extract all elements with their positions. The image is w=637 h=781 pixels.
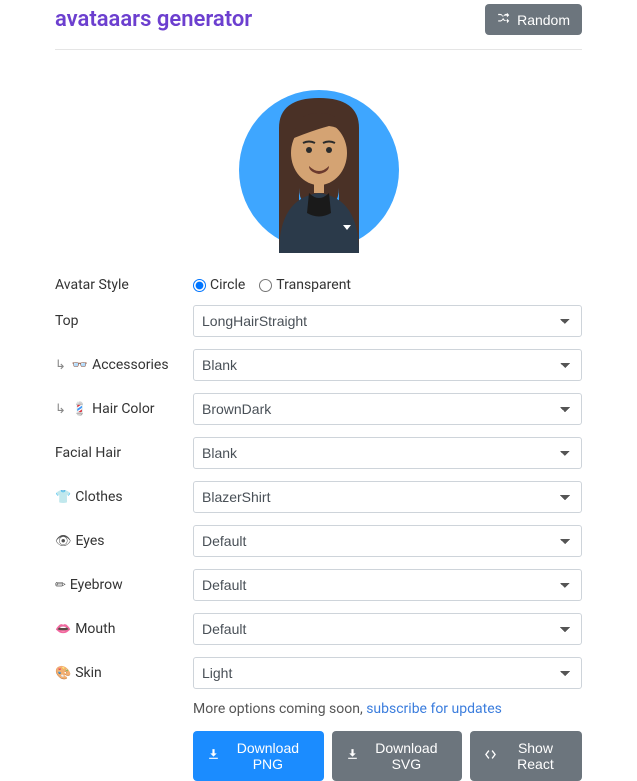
download-svg-label: Download SVG — [365, 740, 448, 772]
select-eyes[interactable]: Default — [193, 525, 582, 557]
nested-indicator-icon: ↳ — [55, 358, 66, 373]
mouth-icon: 👄 — [55, 622, 71, 637]
control-area: BrownDark — [193, 393, 582, 425]
header: avataaars generator Random — [55, 0, 582, 50]
radio-transparent-text: Transparent — [276, 277, 351, 293]
control-area: Default — [193, 613, 582, 645]
nested-indicator-icon: ↳ — [55, 402, 66, 417]
hair-color-icon: 💈 — [72, 402, 88, 417]
subscribe-link[interactable]: subscribe for updates — [366, 701, 502, 717]
select-facial-hair[interactable]: Blank — [193, 437, 582, 469]
label-text: Clothes — [75, 489, 122, 505]
label-text: Top — [55, 313, 79, 329]
radio-circle-label[interactable]: Circle — [193, 277, 245, 293]
radio-circle-text: Circle — [210, 277, 245, 293]
row-facial-hair: Facial Hair Blank — [55, 437, 582, 469]
label-eyebrow: ✏ Eyebrow — [55, 577, 193, 593]
select-top[interactable]: LongHairStraight — [193, 305, 582, 337]
download-png-label: Download PNG — [226, 740, 310, 772]
row-eyes: 👁 Eyes Default — [55, 525, 582, 557]
download-png-button[interactable]: Download PNG — [193, 731, 324, 781]
download-svg-button[interactable]: Download SVG — [332, 731, 462, 781]
label-top: Top — [55, 313, 193, 329]
more-text-prefix: More options coming soon, — [193, 701, 366, 717]
row-top: Top LongHairStraight — [55, 305, 582, 337]
control-area: BlazerShirt — [193, 481, 582, 513]
avatar-svg — [239, 78, 399, 253]
skin-icon: 🎨 — [55, 666, 71, 681]
radio-circle[interactable] — [193, 279, 206, 292]
label-mouth: 👄 Mouth — [55, 621, 193, 637]
eyes-icon: 👁 — [55, 534, 72, 549]
label-skin: 🎨 Skin — [55, 665, 193, 681]
control-area: LongHairStraight — [193, 305, 582, 337]
label-text: Facial Hair — [55, 445, 121, 461]
select-clothes[interactable]: BlazerShirt — [193, 481, 582, 513]
download-icon — [346, 748, 359, 764]
label-facial-hair: Facial Hair — [55, 445, 193, 461]
control-area: Default — [193, 525, 582, 557]
label-text: Skin — [75, 665, 102, 681]
avatar-preview — [55, 50, 582, 277]
button-row: Download PNG Download SVG Show React — [193, 731, 582, 781]
avatar-style-radios: Circle Transparent — [193, 277, 582, 293]
row-skin: 🎨 Skin Light — [55, 657, 582, 689]
radio-transparent[interactable] — [259, 279, 272, 292]
control-area: Blank — [193, 437, 582, 469]
row-avatar-style: Avatar Style Circle Transparent — [55, 277, 582, 293]
show-react-button[interactable]: Show React — [470, 731, 582, 781]
label-eyes: 👁 Eyes — [55, 533, 193, 549]
row-eyebrow: ✏ Eyebrow Default — [55, 569, 582, 601]
row-mouth: 👄 Mouth Default — [55, 613, 582, 645]
shuffle-icon — [497, 11, 511, 28]
label-avatar-style: Avatar Style — [55, 277, 193, 293]
select-mouth[interactable]: Default — [193, 613, 582, 645]
random-button[interactable]: Random — [485, 4, 582, 35]
row-hair-color: ↳ 💈 Hair Color BrownDark — [55, 393, 582, 425]
random-button-label: Random — [517, 12, 570, 28]
select-accessories[interactable]: Blank — [193, 349, 582, 381]
select-eyebrow[interactable]: Default — [193, 569, 582, 601]
label-text: Mouth — [75, 621, 115, 637]
select-hair-color[interactable]: BrownDark — [193, 393, 582, 425]
label-text: Eyebrow — [70, 577, 123, 593]
control-area: Blank — [193, 349, 582, 381]
radio-transparent-label[interactable]: Transparent — [259, 277, 351, 293]
control-area: Light — [193, 657, 582, 689]
label-clothes: 👕 Clothes — [55, 489, 193, 505]
clothes-icon: 👕 — [55, 490, 71, 505]
download-icon — [207, 748, 220, 764]
show-react-label: Show React — [503, 740, 568, 772]
select-skin[interactable]: Light — [193, 657, 582, 689]
label-text: Accessories — [92, 357, 168, 373]
control-area: Default — [193, 569, 582, 601]
eyebrow-icon: ✏ — [55, 578, 66, 593]
accessories-icon: 👓 — [72, 358, 88, 373]
row-accessories: ↳ 👓 Accessories Blank — [55, 349, 582, 381]
label-text: Hair Color — [92, 401, 154, 417]
page-title: avataaars generator — [55, 7, 252, 32]
code-icon — [484, 748, 497, 764]
label-hair-color: ↳ 💈 Hair Color — [55, 401, 193, 417]
label-accessories: ↳ 👓 Accessories — [55, 357, 193, 373]
row-clothes: 👕 Clothes BlazerShirt — [55, 481, 582, 513]
label-text: Eyes — [76, 533, 105, 549]
more-options-text: More options coming soon, subscribe for … — [193, 701, 582, 717]
